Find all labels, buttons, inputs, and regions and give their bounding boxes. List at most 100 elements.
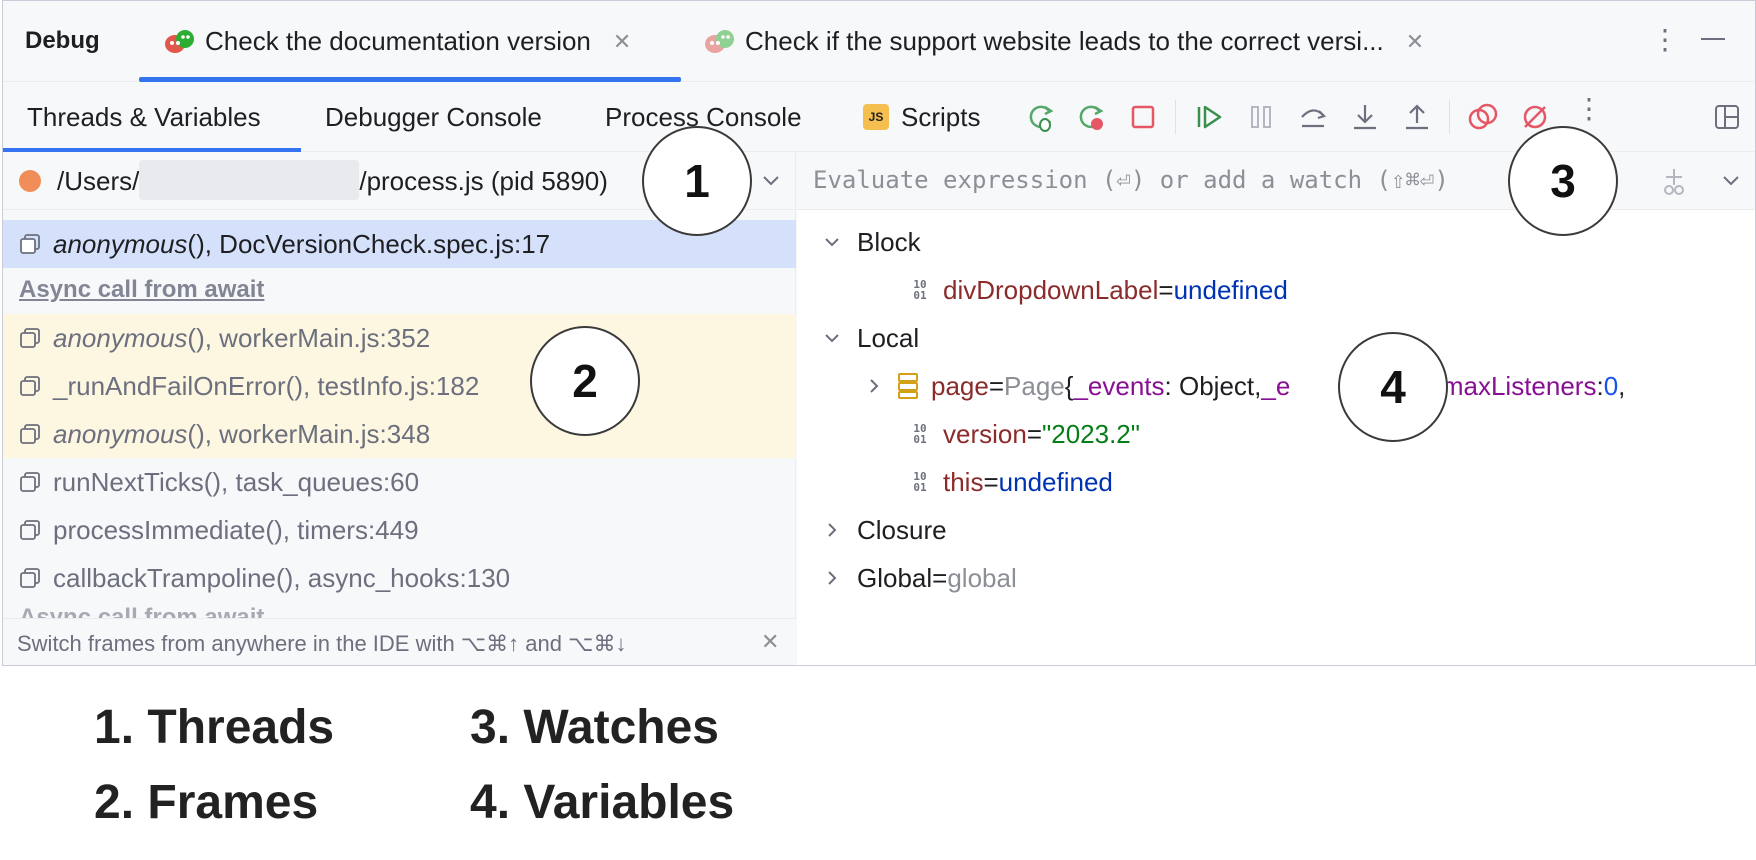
redacted-username [139, 160, 360, 201]
variable-item-this[interactable]: 10 01 this = undefined [909, 458, 1113, 506]
debugger-toolbar: Threads & Variables Debugger Console Pro… [3, 82, 1755, 152]
equals-sign: = [1158, 274, 1174, 305]
field-name: _maxListeners [1427, 370, 1597, 401]
object-icon [898, 373, 918, 399]
scope-label: Closure [857, 514, 947, 545]
variable-item-page[interactable]: page = Page {_events: Object, _eunt: 2, … [865, 362, 1625, 410]
frames-hint-bar: Switch frames from anywhere in the IDE w… [3, 618, 796, 665]
variables-pane: Evaluate expression (⏎) or add a watch (… [797, 152, 1755, 665]
field-value: 0 [1603, 370, 1619, 401]
variable-item-version[interactable]: 10 01 version = "2023.2" [909, 410, 1140, 458]
async-call-label[interactable]: Async call from await [19, 606, 264, 618]
primitive-icon: 10 01 [913, 422, 927, 446]
add-watch-icon[interactable] [1659, 166, 1689, 196]
scope-block[interactable]: Block [823, 218, 921, 266]
scope-label: Block [857, 226, 921, 257]
frame-icon [20, 328, 40, 348]
minimize-icon[interactable] [1701, 38, 1725, 40]
chevron-right-icon[interactable] [823, 569, 841, 587]
variable-name: version [943, 418, 1027, 449]
frame-item[interactable]: runNextTicks(), task_queues:60 [3, 458, 796, 506]
legend-threads: 1. Threads [94, 701, 335, 754]
frame-item[interactable]: anonymous (), workerMain.js:348 [3, 410, 796, 458]
rerun-debug-icon[interactable] [1023, 99, 1059, 135]
toolbar-separator [1449, 100, 1450, 134]
legend-watches: 3. Watches [470, 701, 719, 754]
equals-sign: = [983, 466, 999, 497]
frame-function: anonymous [53, 228, 188, 259]
equals-sign: = [1026, 418, 1043, 449]
more-icon[interactable]: ⋮ [1575, 92, 1603, 125]
field-value: : Object, [1164, 370, 1262, 401]
legend-frames: 2. Frames [94, 776, 319, 829]
thread-path-suffix: /process.js (pid 5890) [359, 166, 608, 196]
variable-type: Page [1004, 370, 1065, 401]
frame-location: (), workerMain.js:352 [187, 322, 431, 353]
step-into-icon[interactable] [1347, 99, 1383, 135]
chevron-right-icon[interactable] [823, 521, 841, 539]
frame-location: (), testInfo.js:182 [285, 370, 480, 401]
async-call-label[interactable]: Async call from await [19, 276, 264, 304]
frame-function: anonymous [53, 418, 188, 449]
pause-icon[interactable] [1243, 99, 1279, 135]
chevron-down-icon[interactable] [823, 233, 841, 251]
step-out-icon[interactable] [1399, 99, 1435, 135]
frame-icon [20, 568, 40, 588]
view-breakpoints-icon[interactable] [1465, 99, 1501, 135]
tab-label: Check the documentation version [205, 26, 591, 56]
tab-check-support-website[interactable]: Check if the support website leads to th… [703, 1, 1424, 82]
chevron-down-icon[interactable] [823, 329, 841, 347]
variable-value: global [947, 562, 1017, 593]
frame-item[interactable]: anonymous (), workerMain.js:352 [3, 314, 796, 362]
frame-item[interactable]: _runAndFailOnError (), testInfo.js:182 [3, 362, 796, 410]
frame-icon [20, 424, 40, 444]
thread-path-prefix: /Users/ [57, 166, 140, 196]
callout-1: 1 [642, 126, 752, 236]
primitive-icon: 10 01 [913, 470, 927, 494]
close-icon[interactable]: ✕ [761, 629, 779, 655]
step-over-icon[interactable] [1295, 99, 1331, 135]
callout-3: 3 [1508, 126, 1618, 236]
chevron-down-icon[interactable] [1719, 168, 1743, 194]
close-icon[interactable]: ✕ [613, 29, 631, 55]
frame-icon [20, 234, 40, 254]
frame-item[interactable]: processImmediate(), timers:449 [3, 506, 796, 554]
legend-variables: 4. Variables [470, 776, 735, 829]
separator: , [1618, 370, 1626, 401]
layout-icon[interactable] [1709, 99, 1745, 135]
frame-icon [20, 472, 40, 492]
tab-debugger-console[interactable]: Debugger Console [325, 82, 542, 152]
frame-location: (), workerMain.js:348 [187, 418, 431, 449]
variable-name: this [943, 466, 984, 497]
close-icon[interactable]: ✕ [1406, 29, 1424, 55]
scope-local[interactable]: Local [823, 314, 919, 362]
thread-path: /Users/ /process.js (pid 5890) [57, 160, 608, 201]
playwright-icon [705, 29, 734, 53]
variable-value: undefined [1173, 274, 1288, 305]
primitive-icon: 10 01 [913, 278, 927, 302]
separator: : [1596, 370, 1604, 401]
tab-label: Check if the support website leads to th… [745, 26, 1384, 56]
scope-closure[interactable]: Closure [823, 506, 947, 554]
frame-item[interactable]: callbackTrampoline(), async_hooks:130 [3, 554, 796, 602]
scope-global[interactable]: Global = global [823, 554, 1017, 602]
tab-threads-variables[interactable]: Threads & Variables [27, 82, 261, 152]
scope-label: Global [857, 562, 933, 593]
debug-title: Debug [25, 27, 100, 54]
field-name: _e [1261, 370, 1291, 401]
chevron-down-icon[interactable] [759, 166, 783, 196]
tab-scripts[interactable]: JS Scripts [863, 82, 980, 152]
playwright-icon [165, 29, 194, 53]
stop-icon[interactable] [1125, 99, 1161, 135]
frame-icon [20, 520, 40, 540]
more-options-icon[interactable]: ⋮ [1651, 23, 1679, 56]
rerun-failed-icon[interactable] [1073, 99, 1109, 135]
frame-label: processImmediate(), timers:449 [53, 514, 419, 545]
field-name: _events [1073, 370, 1165, 401]
resume-icon[interactable] [1191, 99, 1227, 135]
tab-check-documentation-version[interactable]: Check the documentation version ✕ [163, 1, 631, 82]
chevron-right-icon[interactable] [865, 377, 883, 395]
callout-4: 4 [1338, 332, 1448, 442]
variable-item[interactable]: 10 01 divDropdownLabel = undefined [909, 266, 1288, 314]
frame-function: _runAndFailOnError [53, 370, 286, 401]
